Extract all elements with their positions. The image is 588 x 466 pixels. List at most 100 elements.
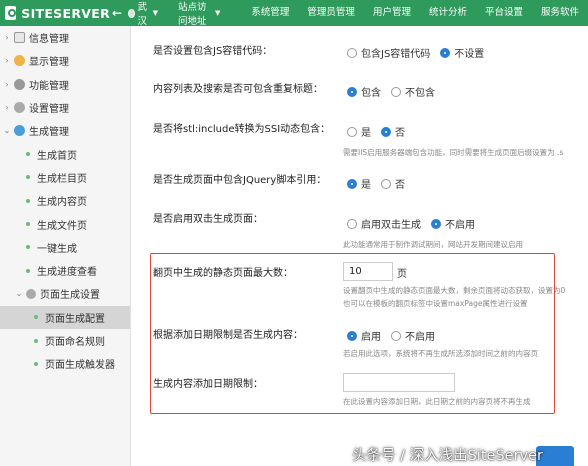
ssi-include-help: 需要IIS启用服务器端包含功能，同时需要将生成页面后缀设置为 .s — [343, 148, 564, 157]
sidebar-item-generate[interactable]: ⌄ 生成管理 — [0, 119, 130, 142]
option-date-limit-on[interactable]: 启用 — [347, 328, 381, 343]
radio-jquery-yes[interactable] — [347, 178, 357, 189]
sidebar-item-page-gen[interactable]: ⌄ 页面生成设置 — [0, 282, 130, 305]
bullet-icon — [34, 338, 38, 343]
double-click-label: 是否启用双击生成页面： — [153, 214, 263, 225]
chevron-right-icon: › — [5, 79, 9, 89]
radio-jquery-no[interactable] — [381, 178, 391, 189]
option-double-click-on[interactable]: 启用双击生成 — [347, 216, 421, 231]
sidebar-item-settings[interactable]: › 设置管理 — [0, 96, 130, 119]
nav-admins[interactable]: 管理员管理 — [298, 0, 364, 26]
radio-include-duplicate[interactable] — [347, 86, 357, 97]
chevron-down-icon: ▼ — [215, 9, 221, 17]
date-limit-toggle-options: 启用 不启用 — [347, 328, 445, 343]
chevron-right-icon: › — [5, 56, 9, 66]
option-date-limit-off[interactable]: 不启用 — [391, 328, 435, 343]
date-limit-toggle-label: 根据添加日期限制是否生成内容： — [153, 330, 303, 341]
top-bar: SITESERVER ← 武汉 ▼ 站点访问地址 ▼ 系统管理 管理员管理 用户… — [0, 0, 588, 27]
sidebar: › 信息管理 › 显示管理 › 功能管理 › 设置管理 ⌄ 生成管理 生成首页 … — [0, 26, 131, 466]
sidebar-item-info[interactable]: › 信息管理 — [0, 26, 130, 49]
chevron-down-icon: ⌄ — [15, 289, 23, 299]
option-include-duplicate[interactable]: 包含 — [347, 84, 381, 99]
sidebar-item-gen-home[interactable]: 生成首页 — [0, 142, 130, 165]
date-limit-help: 在此设置内容添加日期，此日期之前的内容页将不再生成 — [343, 397, 531, 406]
double-click-help: 此功能通常用于制作调试期间，网站开发期间建议启用 — [343, 240, 523, 249]
nav-stats[interactable]: 统计分析 — [420, 0, 476, 26]
bullet-icon — [26, 268, 30, 273]
back-button[interactable]: ← — [110, 6, 124, 20]
sidebar-item-gen-content[interactable]: 生成内容页 — [0, 189, 130, 212]
ssi-include-label: 是否将stl:include转换为SSI动态包含： — [153, 124, 331, 135]
max-static-pages-help-2: 也可以在模板的翻页标签中设置maxPage属性进行设置 — [343, 299, 528, 308]
visit-site-link[interactable]: 站点访问地址 ▼ — [178, 0, 220, 27]
radio-date-limit-on[interactable] — [347, 330, 357, 341]
option-jquery-no[interactable]: 否 — [381, 176, 405, 191]
sidebar-item-page-naming[interactable]: 页面命名规则 — [0, 329, 130, 352]
nav-system[interactable]: 系统管理 — [242, 0, 298, 26]
option-ssi-no[interactable]: 否 — [381, 124, 405, 139]
sidebar-item-gen-progress[interactable]: 生成进度查看 — [0, 259, 130, 282]
sidebar-item-page-trigger[interactable]: 页面生成触发器 — [0, 352, 130, 375]
bullet-icon — [26, 245, 30, 250]
main-content: 是否设置包含JS容错代码： 包含JS容错代码 不设置 内容列表及搜索是否可包含重… — [131, 26, 588, 466]
radio-include-js[interactable] — [347, 47, 357, 58]
max-static-pages-help-1: 设置翻页中生成的静态页面最大数，剩余页面将动态获取，设置为0 — [343, 286, 566, 295]
option-jquery-yes[interactable]: 是 — [347, 176, 371, 191]
site-selector[interactable]: 武汉 ▼ — [128, 0, 158, 27]
jquery-options: 是 否 — [347, 176, 415, 191]
info-icon — [14, 32, 25, 44]
option-include-js[interactable]: 包含JS容错代码 — [347, 45, 430, 60]
radio-date-limit-off[interactable] — [391, 330, 401, 341]
nav-services[interactable]: 服务软件 — [532, 0, 588, 26]
display-icon — [14, 55, 25, 67]
logo-text: SITESERVER — [21, 5, 110, 21]
js-fault-tolerance-label: 是否设置包含JS容错代码： — [153, 46, 273, 57]
site-name: 武汉 — [137, 2, 148, 27]
sidebar-item-page-gen-config[interactable]: 页面生成配置 — [0, 305, 130, 329]
max-static-pages-input[interactable]: 10 — [343, 262, 393, 281]
date-limit-toggle-help: 若启用此选项，系统将不再生成所选添加时间之前的内容页 — [343, 349, 538, 358]
top-nav: 系统管理 管理员管理 用户管理 统计分析 平台设置 服务软件 — [242, 0, 588, 26]
radio-exclude-duplicate[interactable] — [391, 86, 401, 97]
logo[interactable]: SITESERVER — [0, 6, 110, 21]
max-static-pages-label: 翻页中生成的静态页面最大数： — [153, 268, 293, 279]
max-static-pages-unit: 页 — [397, 269, 407, 280]
double-click-options: 启用双击生成 不启用 — [347, 216, 485, 231]
radio-double-click-on[interactable] — [347, 218, 357, 229]
sidebar-item-display[interactable]: › 显示管理 — [0, 49, 130, 72]
bullet-icon — [34, 315, 38, 320]
gear-icon — [26, 288, 36, 299]
bullet-icon — [26, 175, 30, 180]
watermark: 头条号 / 深入浅出SiteServer — [352, 448, 543, 464]
duplicate-title-label: 内容列表及搜索是否可包含重复标题： — [153, 84, 323, 95]
option-double-click-off[interactable]: 不启用 — [431, 216, 475, 231]
chevron-right-icon: › — [5, 103, 9, 113]
sidebar-item-gen-channel[interactable]: 生成栏目页 — [0, 166, 130, 189]
chevron-down-icon: ▼ — [152, 9, 158, 17]
option-no-js[interactable]: 不设置 — [440, 45, 484, 60]
function-icon — [14, 78, 25, 90]
ssi-include-options: 是 否 — [347, 124, 415, 139]
generate-icon — [14, 125, 25, 137]
chevron-right-icon: › — [5, 33, 9, 43]
nav-users[interactable]: 用户管理 — [364, 0, 420, 26]
chevron-down-icon: ⌄ — [3, 126, 11, 136]
date-limit-input[interactable] — [343, 373, 455, 392]
radio-no-js[interactable] — [440, 47, 451, 58]
globe-icon — [128, 8, 135, 18]
bullet-icon — [26, 152, 30, 157]
jquery-label: 是否生成页面中包含JQuery脚本引用： — [153, 175, 327, 186]
radio-ssi-no[interactable] — [381, 126, 391, 137]
date-limit-label: 生成内容添加日期限制： — [153, 379, 263, 390]
option-exclude-duplicate[interactable]: 不包含 — [391, 84, 435, 99]
option-ssi-yes[interactable]: 是 — [347, 124, 371, 139]
logo-icon — [5, 6, 17, 20]
bullet-icon — [34, 361, 38, 366]
radio-double-click-off[interactable] — [431, 218, 441, 229]
sidebar-item-gen-file[interactable]: 生成文件页 — [0, 212, 130, 235]
sidebar-item-gen-all[interactable]: 一键生成 — [0, 236, 130, 259]
radio-ssi-yes[interactable] — [347, 126, 357, 137]
duplicate-title-options: 包含 不包含 — [347, 84, 445, 99]
sidebar-item-function[interactable]: › 功能管理 — [0, 73, 130, 96]
nav-platform[interactable]: 平台设置 — [476, 0, 532, 26]
